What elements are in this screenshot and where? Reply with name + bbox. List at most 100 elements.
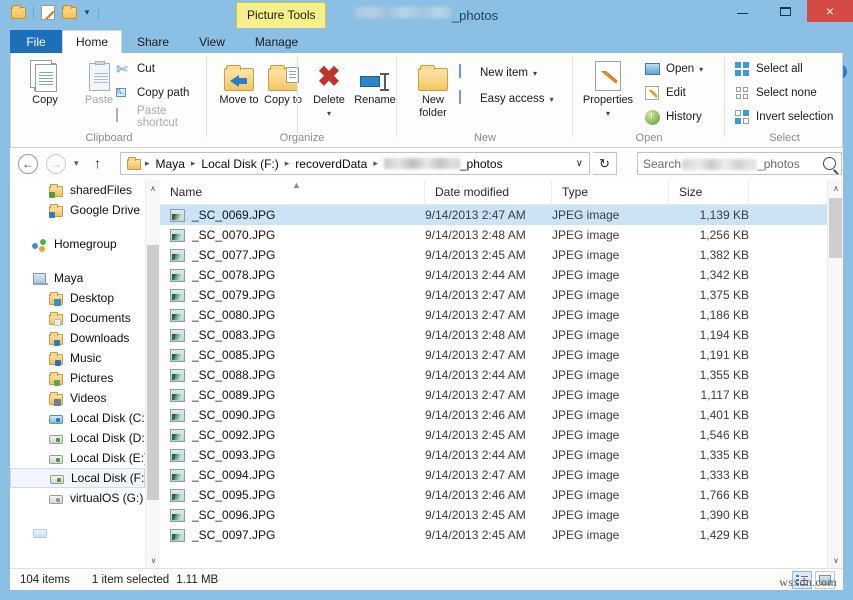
rename-button[interactable]: Rename — [349, 57, 401, 107]
tab-share[interactable]: Share — [122, 30, 184, 53]
nav-item-local-disk-c[interactable]: Local Disk (C:) — [10, 408, 145, 428]
nav-item-google-drive[interactable]: Google Drive — [10, 200, 145, 220]
table-row[interactable]: _SC_0070.JPG9/14/2013 2:48 AMJPEG image1… — [160, 225, 843, 245]
back-button[interactable]: ← — [18, 154, 38, 174]
scroll-down-button[interactable]: ∨ — [146, 552, 160, 568]
file-type-cell: JPEG image — [552, 368, 669, 382]
table-row[interactable]: _SC_0096.JPG9/14/2013 2:45 AMJPEG image1… — [160, 505, 843, 525]
table-row[interactable]: _SC_0078.JPG9/14/2013 2:44 AMJPEG image1… — [160, 265, 843, 285]
nav-item-maya[interactable]: Maya — [10, 268, 145, 288]
copy-path-button[interactable]: \\.. Copy path — [116, 83, 189, 103]
nav-item-videos[interactable]: Videos — [10, 388, 145, 408]
forward-button[interactable]: → — [46, 154, 66, 174]
nav-item-local-disk-f[interactable]: Local Disk (F:) — [10, 468, 145, 488]
table-row[interactable]: _SC_0083.JPG9/14/2013 2:48 AMJPEG image1… — [160, 325, 843, 345]
tab-view[interactable]: View — [184, 30, 240, 53]
nav-item-sharedfiles[interactable]: sharedFiles — [10, 180, 145, 200]
select-none-label: Select none — [756, 87, 817, 99]
breadcrumb[interactable]: ▸ Maya ▸ Local Disk (F:) ▸ recoverdData … — [120, 152, 590, 175]
file-name-cell: _SC_0085.JPG — [160, 348, 425, 362]
breadcrumb-item-recoverddata[interactable]: recoverdData — [292, 157, 370, 171]
paste-shortcut-button[interactable]: Paste shortcut — [116, 107, 207, 127]
copy-button[interactable]: Copy — [19, 57, 71, 107]
folder-icon[interactable] — [10, 4, 27, 21]
column-header-type[interactable]: Type — [552, 180, 669, 205]
breadcrumb-item-photos[interactable]: _photos — [381, 157, 506, 171]
history-button[interactable]: History — [645, 107, 702, 127]
invert-selection-button[interactable]: Invert selection — [735, 107, 833, 127]
edit-button[interactable]: Edit — [645, 83, 686, 103]
recent-locations-icon[interactable]: ▾ — [74, 158, 79, 169]
table-row[interactable]: _SC_0089.JPG9/14/2013 2:47 AMJPEG image1… — [160, 385, 843, 405]
nav-item-local-disk-e[interactable]: Local Disk (E:) — [10, 448, 145, 468]
column-header-size[interactable]: Size — [669, 180, 749, 205]
table-row[interactable]: _SC_0079.JPG9/14/2013 2:47 AMJPEG image1… — [160, 285, 843, 305]
chevron-down-icon[interactable]: ∨ — [576, 158, 589, 169]
table-row[interactable]: _SC_0094.JPG9/14/2013 2:47 AMJPEG image1… — [160, 465, 843, 485]
table-row[interactable]: _SC_0080.JPG9/14/2013 2:47 AMJPEG image1… — [160, 305, 843, 325]
column-header-date-modified[interactable]: Date modified — [425, 180, 552, 205]
nav-item-documents[interactable]: Documents — [10, 308, 145, 328]
file-name-cell: _SC_0088.JPG — [160, 368, 425, 382]
scroll-up-button[interactable]: ∧ — [828, 180, 843, 196]
properties-button[interactable]: Properties ▾ — [577, 57, 639, 120]
table-row[interactable]: _SC_0095.JPG9/14/2013 2:46 AMJPEG image1… — [160, 485, 843, 505]
nav-item-virtualos-g[interactable]: virtualOS (G:) — [10, 488, 145, 508]
scrollbar-thumb[interactable] — [829, 198, 842, 258]
nav-item-downloads[interactable]: Downloads — [10, 328, 145, 348]
scroll-down-button[interactable]: ∨ — [828, 552, 843, 568]
cut-button[interactable]: ✄ Cut — [116, 59, 155, 79]
maximize-button[interactable] — [764, 0, 807, 22]
copy-to-button[interactable]: Copy to — [257, 57, 309, 107]
table-row[interactable]: _SC_0090.JPG9/14/2013 2:46 AMJPEG image1… — [160, 405, 843, 425]
tab-file[interactable]: File — [10, 30, 62, 53]
up-button[interactable]: ↑ — [94, 155, 101, 171]
select-all-button[interactable]: Select all — [735, 59, 803, 79]
chevron-down-icon[interactable]: ▾ — [550, 95, 554, 104]
file-name-cell: _SC_0093.JPG — [160, 448, 425, 462]
open-button[interactable]: Open ▾ — [645, 59, 703, 79]
select-none-button[interactable]: Select none — [735, 83, 817, 103]
table-row[interactable]: _SC_0092.JPG9/14/2013 2:45 AMJPEG image1… — [160, 425, 843, 445]
nav-item-music[interactable]: Music — [10, 348, 145, 368]
nav-item-pictures[interactable]: Pictures — [10, 368, 145, 388]
chevron-down-icon[interactable]: ▾ — [699, 65, 703, 74]
search-input[interactable]: Search _photos — [637, 152, 842, 175]
table-row[interactable]: _SC_0077.JPG9/14/2013 2:45 AMJPEG image1… — [160, 245, 843, 265]
tab-manage[interactable]: Manage — [240, 30, 313, 53]
breadcrumb-item-local-disk-f[interactable]: Local Disk (F:) — [198, 157, 281, 171]
chevron-down-icon[interactable]: ▾ — [533, 69, 537, 78]
search-icon[interactable] — [823, 157, 836, 170]
close-button[interactable]: × — [807, 0, 853, 22]
nav-item-network-partial[interactable] — [10, 522, 145, 542]
table-row[interactable]: _SC_0069.JPG9/14/2013 2:47 AMJPEG image1… — [160, 205, 843, 225]
new-folder-icon[interactable] — [61, 4, 78, 21]
column-headers: Name ▲ Date modified Type Size — [160, 180, 843, 205]
minimize-button[interactable] — [721, 0, 764, 22]
table-row[interactable]: _SC_0093.JPG9/14/2013 2:44 AMJPEG image1… — [160, 445, 843, 465]
properties-icon[interactable] — [40, 4, 57, 21]
chevron-down-icon[interactable]: ▾ — [82, 4, 92, 21]
file-list-scrollbar[interactable]: ∧ ∨ — [827, 180, 843, 568]
nav-item-homegroup[interactable]: Homegroup — [10, 234, 145, 254]
new-folder-button[interactable]: New folder — [407, 57, 459, 120]
scrollbar-thumb[interactable] — [147, 245, 159, 500]
edit-icon — [645, 85, 661, 101]
easy-access-button[interactable]: Easy access ▾ — [459, 89, 554, 109]
file-name-label: _SC_0094.JPG — [192, 468, 275, 482]
tab-home[interactable]: Home — [62, 30, 122, 53]
breadcrumb-item-maya[interactable]: Maya — [153, 157, 188, 171]
nav-item-desktop[interactable]: Desktop — [10, 288, 145, 308]
chevron-down-icon[interactable]: ▾ — [327, 107, 331, 120]
navigation-pane-scrollbar[interactable]: ∧ ∨ — [145, 180, 160, 568]
chevron-down-icon[interactable]: ▾ — [606, 107, 610, 120]
new-item-button[interactable]: New item ▾ — [459, 63, 537, 83]
table-row[interactable]: _SC_0097.JPG9/14/2013 2:45 AMJPEG image1… — [160, 525, 843, 545]
delete-button[interactable]: ✖ Delete ▾ — [303, 57, 355, 120]
refresh-button[interactable]: ↻ — [593, 152, 617, 175]
table-row[interactable]: _SC_0085.JPG9/14/2013 2:47 AMJPEG image1… — [160, 345, 843, 365]
nav-item-local-disk-d[interactable]: Local Disk (D:) — [10, 428, 145, 448]
scroll-up-button[interactable]: ∧ — [146, 180, 160, 196]
column-header-name[interactable]: Name ▲ — [160, 180, 425, 205]
table-row[interactable]: _SC_0088.JPG9/14/2013 2:44 AMJPEG image1… — [160, 365, 843, 385]
